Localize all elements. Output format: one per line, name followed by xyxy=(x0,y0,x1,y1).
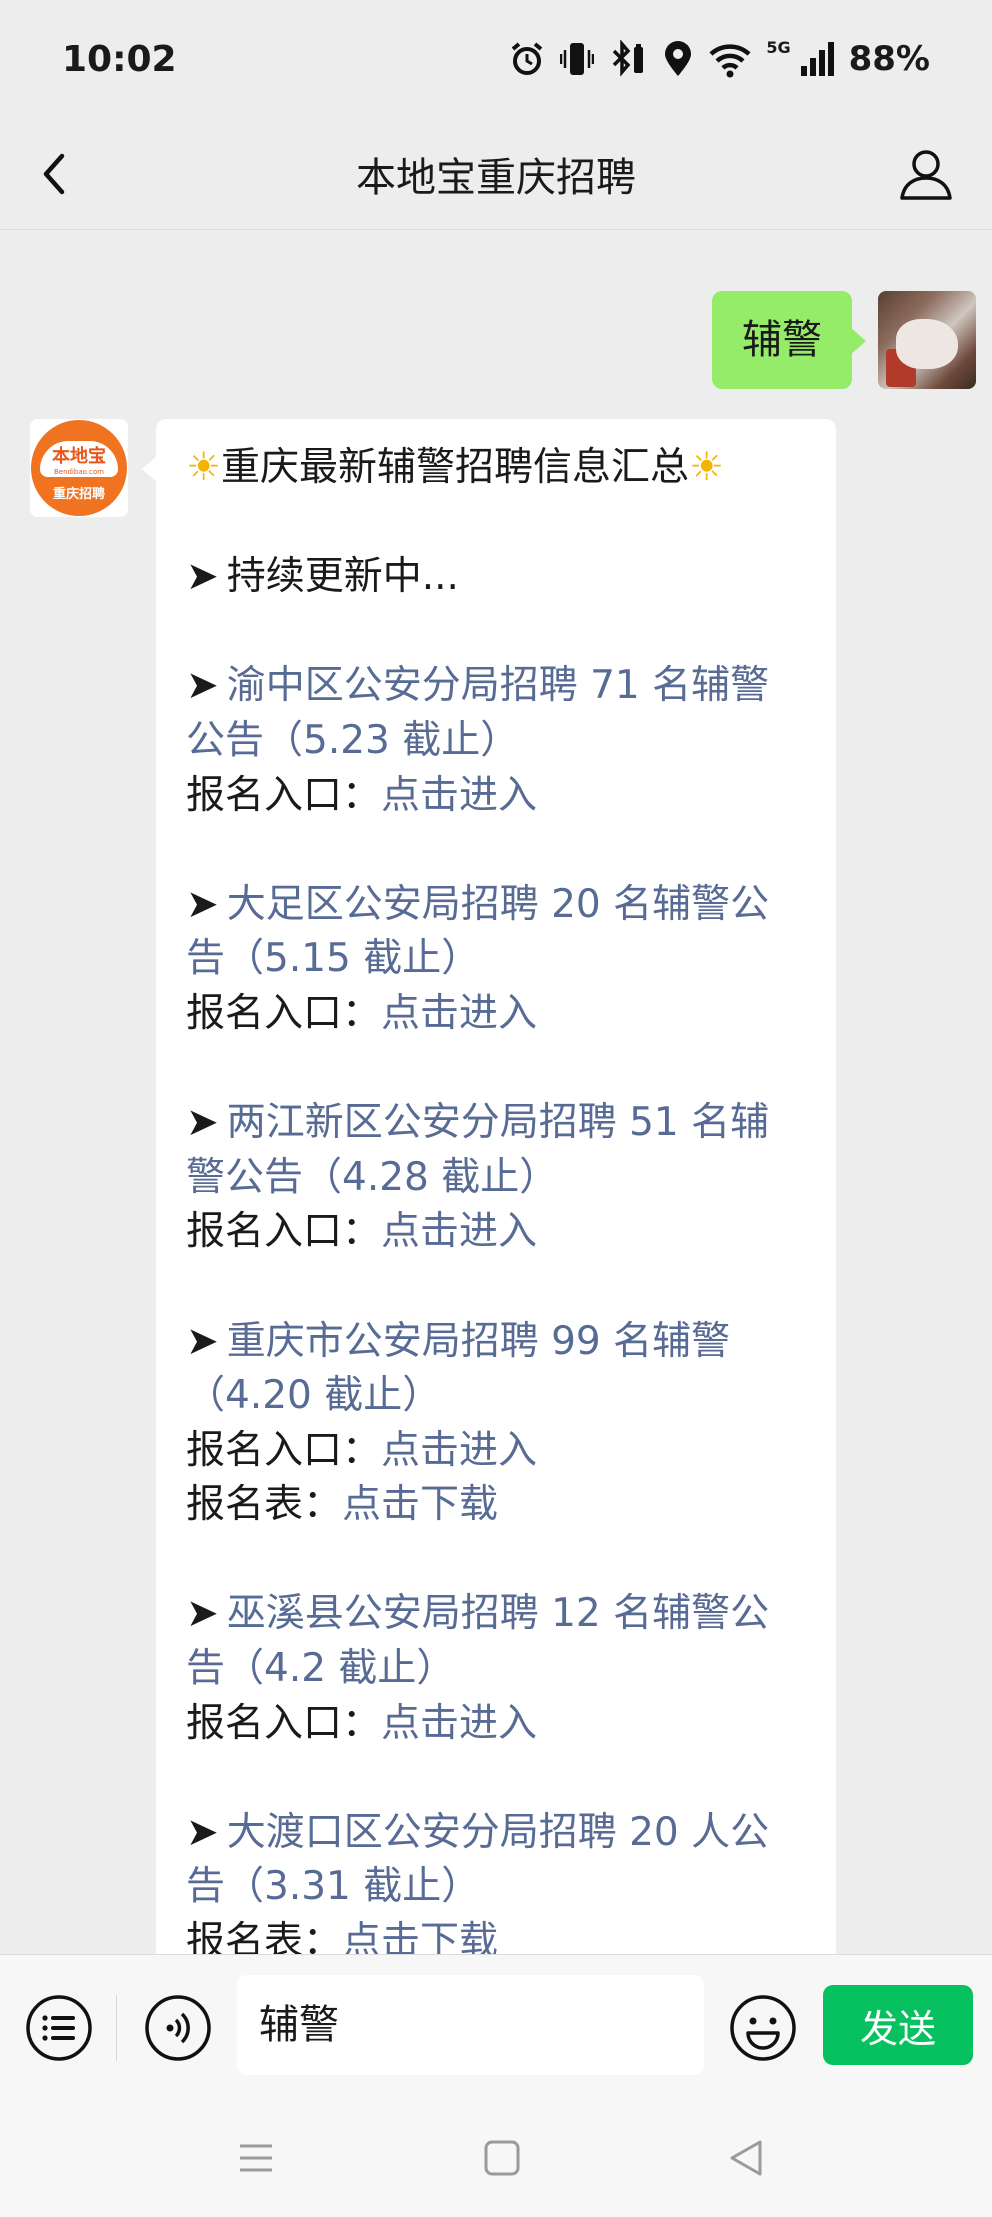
entry-link[interactable]: 点击进入 xyxy=(381,1701,537,1746)
bot-bubble[interactable]: ☀重庆最新辅警招聘信息汇总☀ ➤ 持续更新中... ➤ 渝中区公安分局招聘 71 名… xyxy=(142,419,836,1954)
wifi-icon xyxy=(709,44,751,78)
arrow-icon: ➤ xyxy=(186,1591,219,1637)
back-arrow-icon[interactable] xyxy=(36,146,76,202)
bot-avatar[interactable]: 本地宝 Bendibao.com 重庆招聘 xyxy=(30,419,128,517)
input-bar: 辅警 发送 xyxy=(0,1954,992,2100)
chat-area[interactable]: 辅警 本地宝 Bendibao.com 重庆招聘 ☀重庆最新辅警招聘信息汇总☀ … xyxy=(0,231,992,1954)
entry-label: 报名入口： xyxy=(186,772,382,818)
job-link[interactable]: 巫溪县公安局招聘 12 名辅警公告（4.2 截止） xyxy=(186,1591,769,1691)
job-link[interactable]: 两江新区公安分局招聘 51 名辅警公告（4.28 截止） xyxy=(186,1100,769,1200)
network-type: 5G xyxy=(766,37,791,57)
entry-label: 报名入口： xyxy=(186,1427,382,1473)
sun-icon: ☀ xyxy=(688,445,724,490)
message-input[interactable]: 辅警 xyxy=(237,1975,704,2075)
list-item: ➤ 大渡口区公安分局招聘 20 人公告（3.31 截止） 报名表：点击下载 xyxy=(186,1806,806,1954)
bubble-title: ☀重庆最新辅警招聘信息汇总☀ xyxy=(186,445,724,490)
location-icon xyxy=(665,41,692,76)
entry-label: 报名入口： xyxy=(186,1700,382,1746)
bluetooth-icon xyxy=(613,40,644,77)
status-icons: 5G 88% xyxy=(508,37,930,79)
system-navigation-bar xyxy=(0,2100,992,2217)
recent-apps-icon[interactable] xyxy=(236,2138,276,2178)
entry-label: 报名入口： xyxy=(186,990,382,1036)
entry-link[interactable]: 点击进入 xyxy=(381,991,537,1036)
form-label: 报名表： xyxy=(186,1482,343,1528)
list-item: ➤ 重庆市公安局招聘 99 名辅警（4.20 截止） 报名入口：点击进入 报名表：… xyxy=(186,1315,806,1533)
bot-message: 本地宝 Bendibao.com 重庆招聘 ☀重庆最新辅警招聘信息汇总☀ ➤ 持续… xyxy=(30,419,836,1954)
job-link[interactable]: 大足区公安局招聘 20 名辅警公告（5.15 截止） xyxy=(186,882,769,982)
battery-level: 88% xyxy=(848,39,930,79)
voice-icon[interactable] xyxy=(143,1993,213,2063)
entry-link[interactable]: 点击进入 xyxy=(381,773,537,818)
divider xyxy=(116,1995,117,2061)
list-item: ➤ 两江新区公安分局招聘 51 名辅警公告（4.28 截止） 报名入口：点击进入 xyxy=(186,1096,806,1260)
arrow-icon: ➤ xyxy=(186,1100,219,1146)
user-avatar[interactable] xyxy=(878,291,976,389)
sun-icon: ☀ xyxy=(186,445,221,490)
updating-note: ➤ 持续更新中... xyxy=(186,550,806,605)
home-icon[interactable] xyxy=(482,2138,522,2178)
list-item: ➤ 大足区公安局招聘 20 名辅警公告（5.15 截止） 报名入口：点击进入 xyxy=(186,878,806,1042)
form-download-link[interactable]: 点击下载 xyxy=(342,1482,498,1527)
arrow-icon: ➤ xyxy=(186,881,219,927)
bendibao-logo: 本地宝 Bendibao.com 重庆招聘 xyxy=(31,420,127,516)
menu-list-icon[interactable] xyxy=(24,1993,94,2063)
job-link[interactable]: 渝中区公安分局招聘 71 名辅警公告（5.23 截止） xyxy=(186,663,769,763)
signal-icon xyxy=(800,42,834,76)
entry-link[interactable]: 点击进入 xyxy=(381,1209,537,1254)
user-bubble[interactable]: 辅警 xyxy=(712,291,866,389)
arrow-icon: ➤ xyxy=(186,1318,219,1364)
arrow-icon: ➤ xyxy=(186,663,219,709)
back-icon[interactable] xyxy=(726,2138,766,2178)
chat-title: 本地宝重庆招聘 xyxy=(356,154,636,201)
profile-icon[interactable] xyxy=(896,144,956,204)
chat-header: 本地宝重庆招聘 xyxy=(0,118,992,230)
arrow-icon: ➤ xyxy=(186,554,219,600)
entry-link[interactable]: 点击进入 xyxy=(381,1428,537,1473)
form-label: 报名表： xyxy=(186,1919,343,1954)
status-bar: 10:02 5G 88% xyxy=(0,0,992,118)
emoji-icon[interactable] xyxy=(728,1993,798,2063)
vibrate-icon xyxy=(560,43,595,75)
send-button[interactable]: 发送 xyxy=(823,1985,973,2065)
form-download-link[interactable]: 点击下载 xyxy=(342,1919,498,1954)
status-time: 10:02 xyxy=(62,38,177,80)
job-link[interactable]: 大渡口区公安分局招聘 20 人公告（3.31 截止） xyxy=(186,1810,769,1910)
arrow-icon: ➤ xyxy=(186,1809,219,1855)
list-item: ➤ 渝中区公安分局招聘 71 名辅警公告（5.23 截止） 报名入口：点击进入 xyxy=(186,659,806,823)
list-item: ➤ 巫溪县公安局招聘 12 名辅警公告（4.2 截止） 报名入口：点击进入 xyxy=(186,1587,806,1751)
alarm-icon xyxy=(512,42,543,75)
user-message: 辅警 xyxy=(712,291,976,389)
entry-label: 报名入口： xyxy=(186,1209,382,1255)
job-link[interactable]: 重庆市公安局招聘 99 名辅警（4.20 截止） xyxy=(186,1319,730,1419)
